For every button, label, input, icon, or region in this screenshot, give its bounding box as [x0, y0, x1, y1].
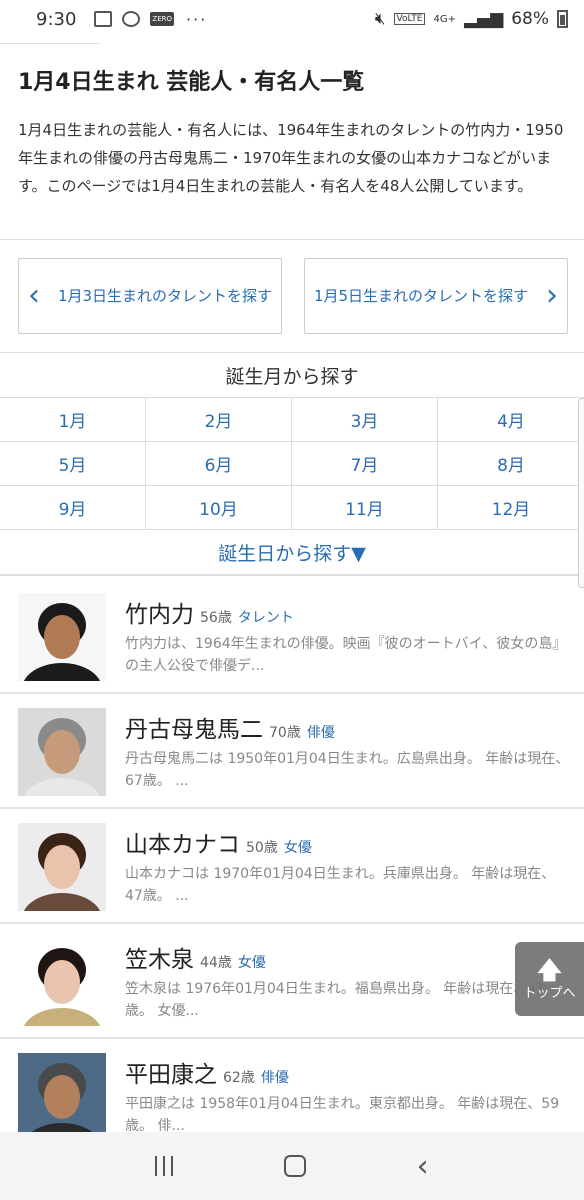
month-link[interactable]: 10月 — [146, 486, 292, 530]
person-name-line: 竹内力 56歳 タレント — [125, 595, 294, 629]
person-desc: 山本カナコは 1970年01月04日生まれ。兵庫県出身。 年齢は現在、47歳。 … — [125, 866, 556, 904]
month-link[interactable]: 5月 — [0, 442, 146, 486]
person-age: 62歳 — [223, 1070, 255, 1086]
month-link[interactable]: 4月 — [438, 398, 584, 442]
month-link[interactable]: 1月 — [0, 398, 146, 442]
month-link[interactable]: 8月 — [438, 442, 584, 486]
month-link[interactable]: 12月 — [438, 486, 584, 530]
person-name-line: 丹古母鬼馬二 70歳 俳優 — [125, 710, 335, 744]
person-desc: 平田康之は 1958年01月04日生まれ。東京都出身。 年齢は現在、59歳。 俳… — [125, 1096, 560, 1134]
network-type: 4G+ — [433, 13, 456, 25]
scrollbar-handle[interactable] — [578, 398, 584, 588]
mute-icon: 🔇︎ — [374, 9, 386, 29]
person-name-line: 平田康之 62歳 俳優 — [125, 1055, 289, 1089]
more-notifications-icon: ··· — [186, 9, 208, 29]
person-photo[interactable] — [18, 708, 106, 796]
home-icon[interactable] — [283, 1155, 306, 1177]
chevron-right-icon: › — [546, 278, 558, 313]
intro-text: 1月4日生まれの芸能人・有名人には、1964年生まれのタレントの竹内力・1950… — [18, 121, 564, 195]
portrait-image — [18, 593, 106, 681]
divider — [0, 239, 584, 240]
month-link[interactable]: 6月 — [146, 442, 292, 486]
person-job[interactable]: 俳優 — [261, 1070, 289, 1086]
person-age: 44歳 — [200, 955, 232, 971]
person-age: 56歳 — [200, 610, 232, 626]
person-job[interactable]: 女優 — [238, 955, 266, 971]
person-job[interactable]: 俳優 — [307, 725, 335, 741]
back-icon[interactable]: ‹ — [417, 1149, 429, 1184]
person-item[interactable]: 笠木泉 44歳 女優 笠木泉は 1976年01月04日生まれ。福島県出身。 年齢は現… — [0, 924, 584, 1039]
portrait-image — [18, 938, 106, 1026]
portrait-image — [18, 1053, 106, 1141]
battery-percent: 68% — [511, 9, 549, 29]
battery-icon — [557, 10, 568, 28]
month-link[interactable]: 9月 — [0, 486, 146, 530]
person-name-line: 山本カナコ 50歳 女優 — [125, 825, 312, 859]
prev-day-button[interactable]: ‹ 1月3日生まれのタレントを探す — [18, 258, 282, 334]
person-photo[interactable] — [18, 593, 106, 681]
person-name[interactable]: 笠木泉 — [125, 947, 194, 973]
person-item[interactable]: 山本カナコ 50歳 女優 山本カナコは 1970年01月04日生まれ。兵庫県出身。 … — [0, 809, 584, 924]
person-photo[interactable] — [18, 823, 106, 911]
people-list: 竹内力 56歳 タレント 竹内力は、1964年生まれの俳優。映画『彼のオートバイ、彼… — [0, 579, 584, 1154]
partial-header-strip — [0, 38, 100, 44]
call-icon — [122, 11, 141, 27]
month-search: 誕生月から探す 1月 2月 3月 4月 5月 6月 7月 8月 9月 10月 1… — [0, 352, 584, 576]
status-bar: 9:30 ZERO ··· 🔇︎ VoLTE 4G+ ▂▄▆ 68% — [0, 0, 584, 38]
back-to-top-button[interactable]: 🡅 トップへ — [515, 942, 584, 1016]
volte-badge: VoLTE — [393, 13, 426, 25]
person-name-line: 笠木泉 44歳 女優 — [125, 940, 266, 974]
portrait-image — [18, 823, 106, 911]
person-desc: 丹古母鬼馬二は 1950年01月04日生まれ。広島県出身。 年齢は現在、67歳。… — [125, 751, 570, 789]
system-nav-bar: ‹ — [0, 1132, 584, 1200]
next-day-button[interactable]: 1月5日生まれのタレントを探す › — [304, 258, 568, 334]
person-item[interactable]: 竹内力 56歳 タレント 竹内力は、1964年生まれの俳優。映画『彼のオートバイ、彼… — [0, 579, 584, 694]
person-desc: 笠木泉は 1976年01月04日生まれ。福島県出身。 年齢は現在、41歳。 女優… — [125, 981, 546, 1019]
month-link[interactable]: 11月 — [292, 486, 438, 530]
person-desc: 竹内力は、1964年生まれの俳優。映画『彼のオートバイ、彼女の島』の主人公役で俳… — [125, 636, 567, 674]
person-name[interactable]: 平田康之 — [125, 1062, 217, 1088]
person-photo[interactable] — [18, 1053, 106, 1141]
person-name[interactable]: 丹古母鬼馬二 — [125, 717, 263, 743]
day-search-toggle[interactable]: 誕生日から探す▼ — [0, 530, 584, 576]
person-job[interactable]: タレント — [238, 610, 294, 626]
page-title: 1月4日生まれ 芸能人・有名人一覧 — [18, 70, 365, 95]
month-link[interactable]: 7月 — [292, 442, 438, 486]
person-photo[interactable] — [18, 938, 106, 1026]
back-to-top-label: トップへ — [523, 985, 576, 1001]
month-link[interactable]: 2月 — [146, 398, 292, 442]
prev-day-label: 1月3日生まれのタレントを探す — [57, 287, 273, 305]
recent-apps-icon[interactable] — [155, 1156, 174, 1176]
person-item[interactable]: 丹古母鬼馬二 70歳 俳優 丹古母鬼馬二は 1950年01月04日生まれ。広島県出身… — [0, 694, 584, 809]
month-grid: 1月 2月 3月 4月 5月 6月 7月 8月 9月 10月 11月 12月 — [0, 398, 584, 530]
chevron-left-icon: ‹ — [28, 278, 40, 313]
zero-app-icon: ZERO — [150, 12, 175, 26]
person-age: 50歳 — [246, 840, 278, 856]
status-time: 9:30 — [36, 8, 77, 30]
person-name[interactable]: 山本カナコ — [125, 832, 240, 858]
portrait-image — [18, 708, 106, 796]
image-icon — [94, 11, 113, 27]
signal-icon: ▂▄▆ — [463, 9, 504, 29]
month-search-heading: 誕生月から探す — [0, 352, 584, 398]
person-job[interactable]: 女優 — [284, 840, 312, 856]
next-day-label: 1月5日生まれのタレントを探す — [313, 287, 529, 305]
person-age: 70歳 — [269, 725, 301, 741]
status-right: 🔇︎ VoLTE 4G+ ▂▄▆ 68% — [375, 9, 568, 29]
person-name[interactable]: 竹内力 — [125, 602, 194, 628]
arrow-up-icon: 🡅 — [537, 955, 562, 984]
month-link[interactable]: 3月 — [292, 398, 438, 442]
